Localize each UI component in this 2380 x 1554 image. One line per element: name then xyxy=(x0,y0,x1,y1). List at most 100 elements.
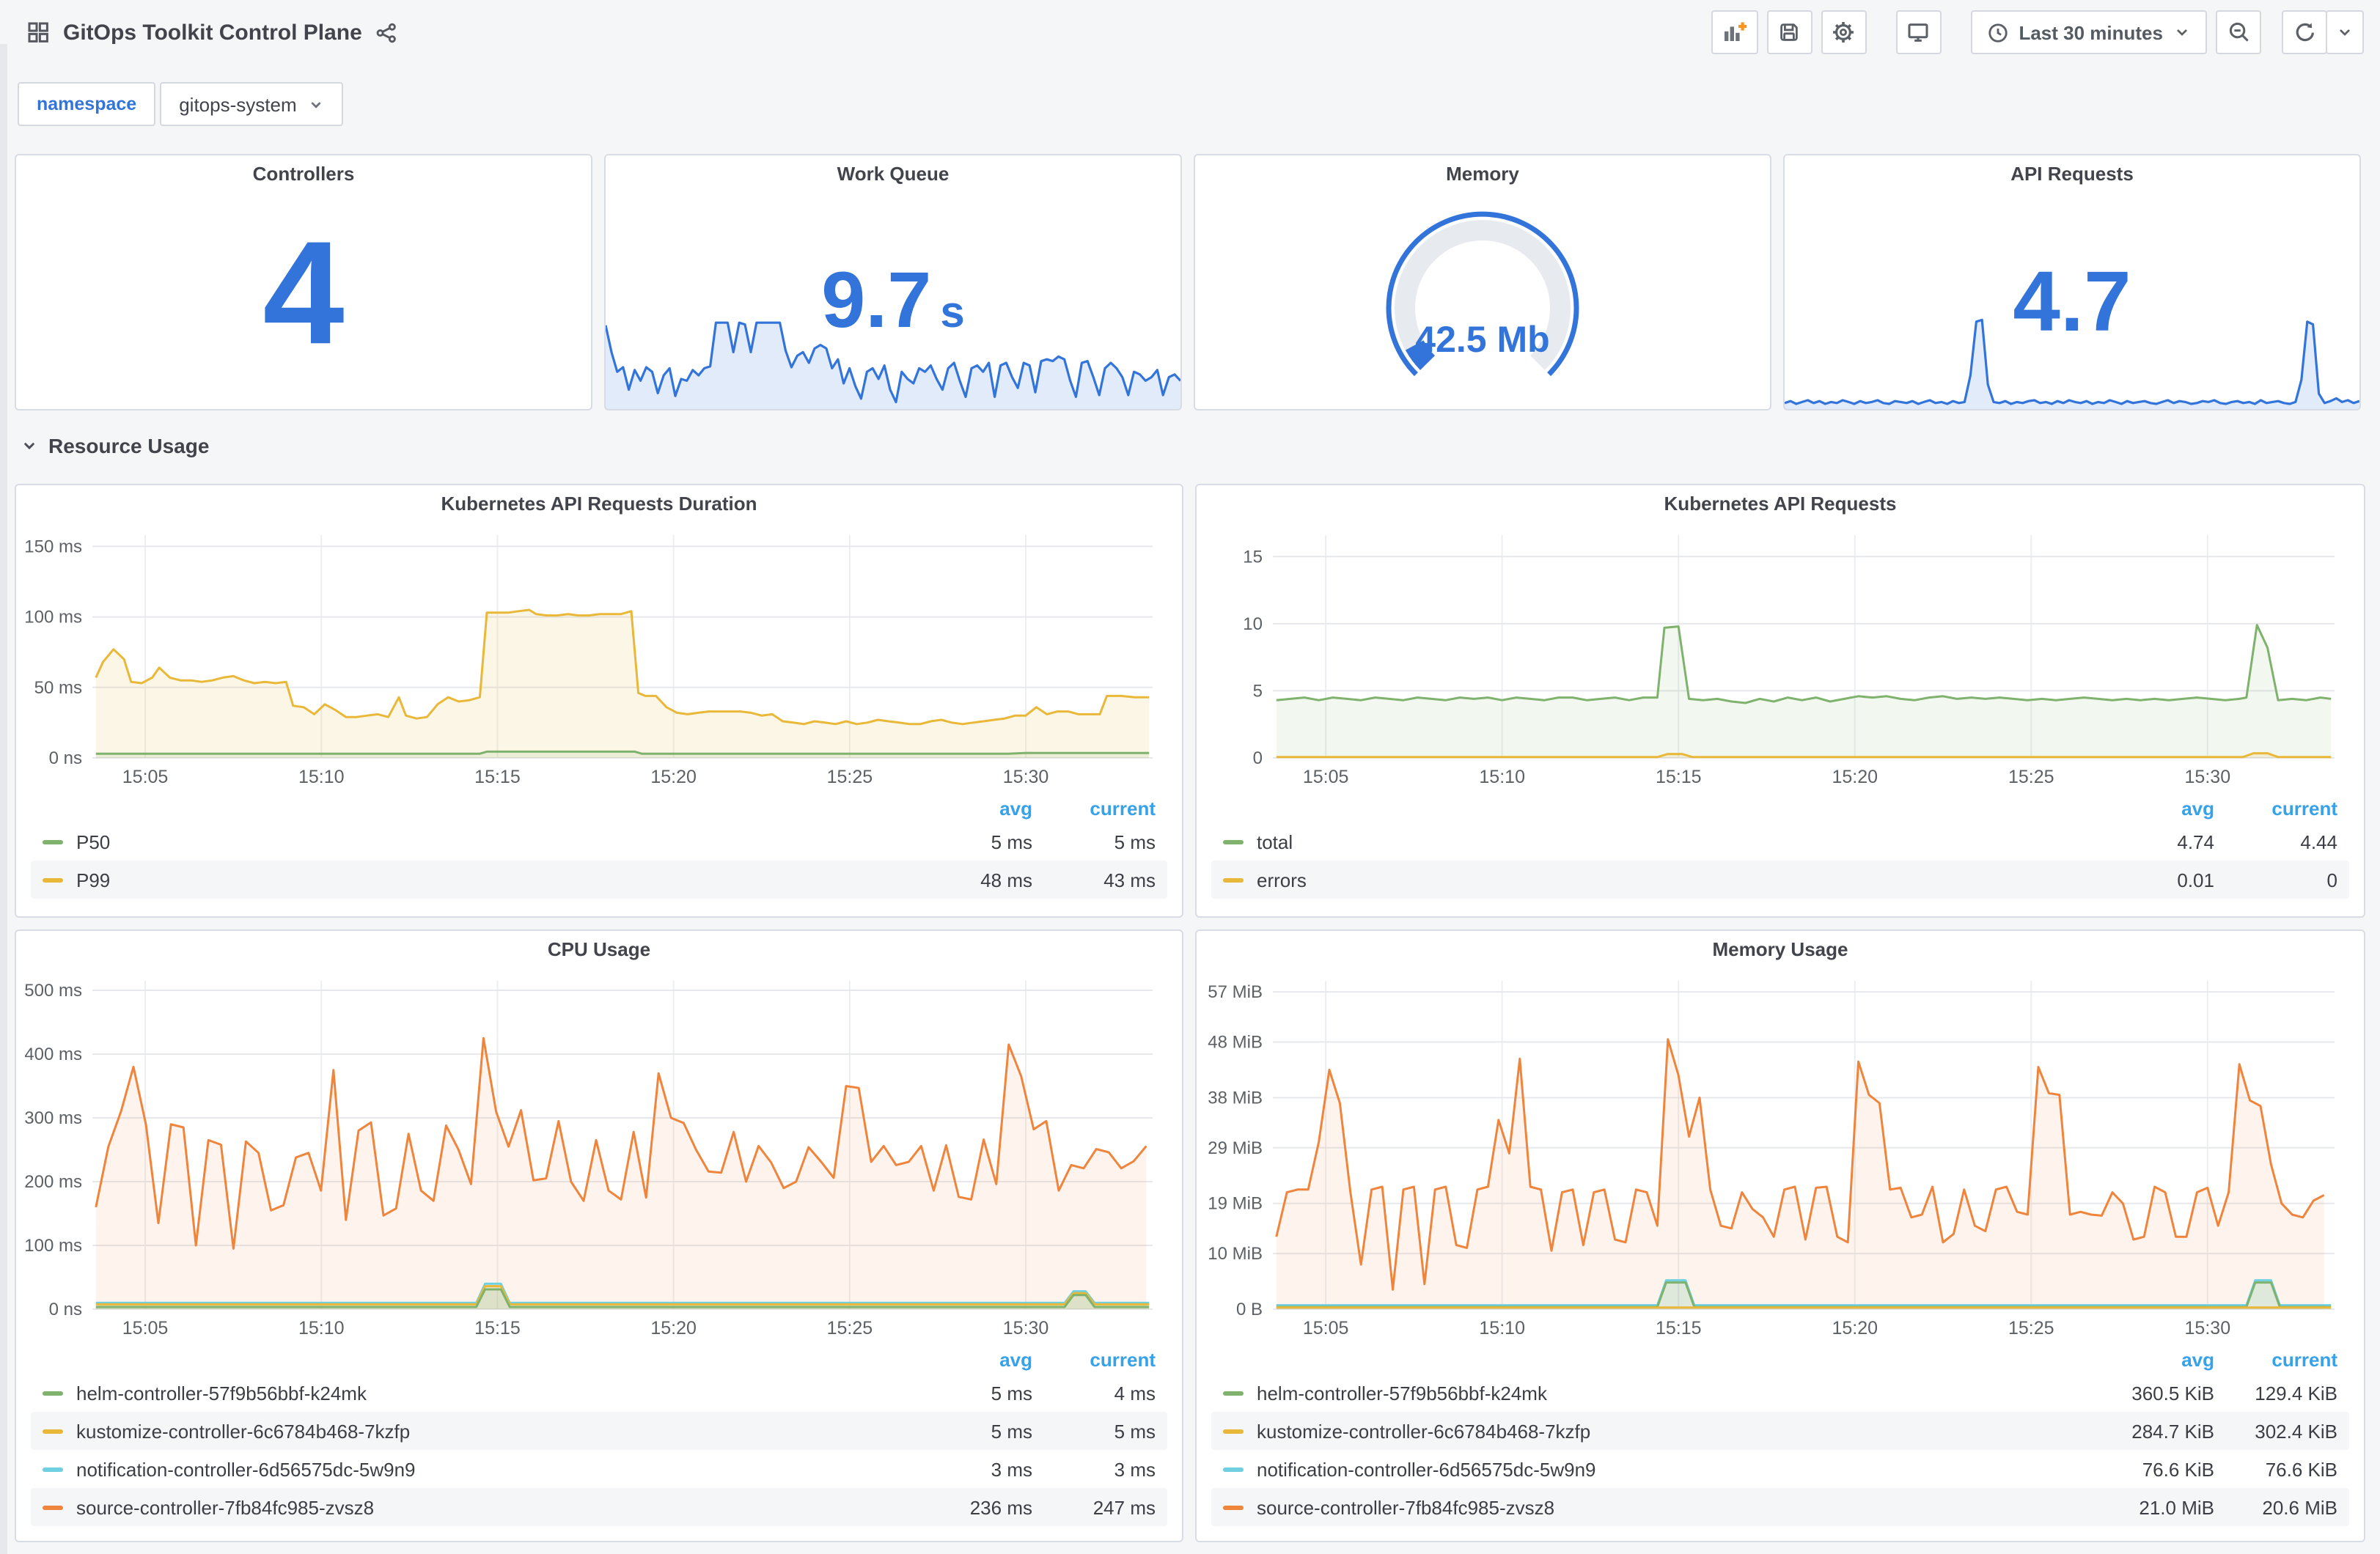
panel-cpu-usage: CPU Usage 15:05 15:10 15:15 15:20 15:25 15:30… xyxy=(15,929,1183,1542)
svg-text:48 MiB: 48 MiB xyxy=(1208,1033,1263,1053)
chart-memory-usage[interactable]: 15:05 15:10 15:15 15:20 15:25 15:30 0 B 10 MiB 1… xyxy=(1205,969,2349,1341)
svg-text:15:05: 15:05 xyxy=(122,1318,169,1338)
series-color-dash xyxy=(1223,839,1244,844)
legend-avg-value: 236 ms xyxy=(969,1496,1032,1518)
stat-value-api-requests: 4.7 xyxy=(2013,254,2131,350)
legend-header-current: current xyxy=(1090,797,1156,819)
svg-text:15:25: 15:25 xyxy=(827,1318,873,1338)
svg-text:150 ms: 150 ms xyxy=(25,537,82,556)
legend-row-notification-controller-6d56575dc-5w9n9[interactable]: notification-controller-6d56575dc-5w9n9 7… xyxy=(1211,1450,2349,1488)
panel-title[interactable]: Memory Usage xyxy=(1197,931,2364,969)
legend-header-avg: avg xyxy=(2181,1348,2214,1370)
magnifier-minus-icon xyxy=(2228,22,2248,42)
panel-title[interactable]: Memory xyxy=(1195,155,1770,194)
panel-title[interactable]: Kubernetes API Requests Duration xyxy=(16,485,1182,523)
legend-current-value: 0 xyxy=(2326,869,2337,891)
legend-series-name[interactable]: notification-controller-6d56575dc-5w9n9 xyxy=(1257,1458,2112,1480)
dashboard-title: GitOps Toolkit Control Plane xyxy=(63,20,362,45)
legend-series-name[interactable]: helm-controller-57f9b56bbf-k24mk xyxy=(1257,1382,2112,1404)
legend-row-P50[interactable]: P50 5 ms 5 ms xyxy=(31,822,1167,861)
row-resource-usage[interactable]: Resource Usage xyxy=(21,434,209,457)
navbar: GitOps Toolkit Control Plane Last 30 min… xyxy=(0,0,2380,65)
zoom-out-button[interactable] xyxy=(2216,10,2261,54)
svg-text:200 ms: 200 ms xyxy=(25,1172,82,1192)
legend-series-name[interactable]: helm-controller-57f9b56bbf-k24mk xyxy=(76,1382,930,1404)
refresh-interval-button[interactable] xyxy=(2326,10,2364,54)
svg-text:15:05: 15:05 xyxy=(1303,767,1349,787)
legend-row-helm-controller-57f9b56bbf-k24mk[interactable]: helm-controller-57f9b56bbf-k24mk 360.5 Ki… xyxy=(1211,1374,2349,1412)
legend-row-kustomize-controller-6c6784b468-7kzfp[interactable]: kustomize-controller-6c6784b468-7kzfp 284… xyxy=(1211,1412,2349,1450)
svg-text:15:15: 15:15 xyxy=(1656,767,1702,787)
legend: avg current helm-controller-57f9b56bbf-k24… xyxy=(16,1341,1182,1526)
legend-current-value: 4.44 xyxy=(2300,831,2337,853)
legend-current-value: 5 ms xyxy=(1114,831,1156,853)
refresh-button[interactable] xyxy=(2282,10,2327,54)
legend-series-name[interactable]: source-controller-7fb84fc985-zvsz8 xyxy=(76,1496,930,1518)
svg-text:400 ms: 400 ms xyxy=(25,1045,82,1064)
panel-memory-usage: Memory Usage 15:05 15:10 15:15 15:20 15:25 15… xyxy=(1195,929,2365,1542)
panel-title[interactable]: Controllers xyxy=(16,155,591,194)
legend-row-total[interactable]: total 4.74 4.44 xyxy=(1211,822,2349,861)
legend-row-source-controller-7fb84fc985-zvsz8[interactable]: source-controller-7fb84fc985-zvsz8 21.0 M… xyxy=(1211,1488,2349,1526)
svg-text:10: 10 xyxy=(1243,614,1263,634)
legend-series-name[interactable]: errors xyxy=(1257,869,2112,891)
legend-series-name[interactable]: P99 xyxy=(76,869,930,891)
svg-text:15:10: 15:10 xyxy=(1479,1318,1525,1338)
svg-text:57 MiB: 57 MiB xyxy=(1208,982,1263,1002)
legend-avg-value: 76.6 KiB xyxy=(2142,1458,2214,1480)
legend-current-value: 302.4 KiB xyxy=(2255,1420,2337,1442)
legend-series-name[interactable]: notification-controller-6d56575dc-5w9n9 xyxy=(76,1458,930,1480)
clock-icon xyxy=(1988,23,2008,42)
chart-cpu-usage[interactable]: 15:05 15:10 15:15 15:20 15:25 15:30 0 ns 100 ms… xyxy=(24,969,1167,1341)
legend-header-avg: avg xyxy=(999,797,1032,819)
svg-text:15:20: 15:20 xyxy=(650,767,697,787)
legend: avg current helm-controller-57f9b56bbf-k24… xyxy=(1197,1341,2364,1526)
panel-title[interactable]: Kubernetes API Requests xyxy=(1197,485,2364,523)
panel-title[interactable]: API Requests xyxy=(1785,155,2359,194)
chart-k8s-api-requests[interactable]: 15:05 15:10 15:15 15:20 15:25 15:30 0 5 10 15 xyxy=(1205,523,2349,790)
dashboard-settings-button[interactable] xyxy=(1821,10,1867,54)
stat-value-work-queue: 9.7 s xyxy=(821,256,965,345)
svg-text:15:15: 15:15 xyxy=(1656,1318,1702,1338)
save-dashboard-button[interactable] xyxy=(1766,10,1812,54)
legend-series-name[interactable]: P50 xyxy=(76,831,930,853)
legend-row-errors[interactable]: errors 0.01 0 xyxy=(1211,861,2349,899)
legend-header: avg current xyxy=(31,1344,1167,1374)
chevron-down-icon xyxy=(24,443,34,450)
legend-header-current: current xyxy=(2271,1348,2337,1370)
panel-work-queue: Work Queue 9.7 s xyxy=(604,154,1182,410)
share-icon[interactable] xyxy=(375,21,397,43)
legend-avg-value: 5 ms xyxy=(991,831,1032,853)
panel-title[interactable]: CPU Usage xyxy=(16,931,1182,969)
chart-k8s-api-requests-duration[interactable]: 15:05 15:10 15:15 15:20 15:25 15:30 0 ns 50 ms 1… xyxy=(24,523,1167,790)
legend-row-source-controller-7fb84fc985-zvsz8[interactable]: source-controller-7fb84fc985-zvsz8 236 ms… xyxy=(31,1488,1167,1526)
memory-gauge: 42.5 Mb xyxy=(1195,199,1770,396)
variable-label-namespace[interactable]: namespace xyxy=(18,82,156,126)
legend-row-P99[interactable]: P99 48 ms 43 ms xyxy=(31,861,1167,899)
time-range-picker[interactable]: Last 30 minutes xyxy=(1970,10,2207,54)
legend-avg-value: 48 ms xyxy=(980,869,1032,891)
legend-current-value: 5 ms xyxy=(1114,1420,1156,1442)
legend-avg-value: 21.0 MiB xyxy=(2139,1496,2214,1518)
svg-text:15:30: 15:30 xyxy=(2185,1318,2231,1338)
add-panel-icon xyxy=(1724,22,1747,41)
legend-row-helm-controller-57f9b56bbf-k24mk[interactable]: helm-controller-57f9b56bbf-k24mk 5 ms 4 ms xyxy=(31,1374,1167,1412)
panel-title[interactable]: Work Queue xyxy=(606,155,1180,194)
legend-row-notification-controller-6d56575dc-5w9n9[interactable]: notification-controller-6d56575dc-5w9n9 3… xyxy=(31,1450,1167,1488)
add-panel-button[interactable] xyxy=(1711,10,1758,54)
legend-series-name[interactable]: kustomize-controller-6c6784b468-7kzfp xyxy=(76,1420,930,1442)
legend-row-kustomize-controller-6c6784b468-7kzfp[interactable]: kustomize-controller-6c6784b468-7kzfp 5 m… xyxy=(31,1412,1167,1450)
svg-text:29 MiB: 29 MiB xyxy=(1208,1138,1263,1158)
svg-text:15:10: 15:10 xyxy=(298,1318,345,1338)
cycle-view-button[interactable] xyxy=(1895,10,1942,54)
legend-series-name[interactable]: total xyxy=(1257,831,2112,853)
svg-text:15:05: 15:05 xyxy=(122,767,169,787)
svg-text:5: 5 xyxy=(1253,681,1263,701)
svg-text:15:20: 15:20 xyxy=(650,1318,697,1338)
legend-series-name[interactable]: kustomize-controller-6c6784b468-7kzfp xyxy=(1257,1420,2112,1442)
variable-value-dropdown[interactable]: gitops-system xyxy=(160,82,344,126)
side-strip xyxy=(0,44,7,1554)
legend-series-name[interactable]: source-controller-7fb84fc985-zvsz8 xyxy=(1257,1496,2112,1518)
legend-avg-value: 3 ms xyxy=(991,1458,1032,1480)
gear-icon xyxy=(1833,22,1854,43)
